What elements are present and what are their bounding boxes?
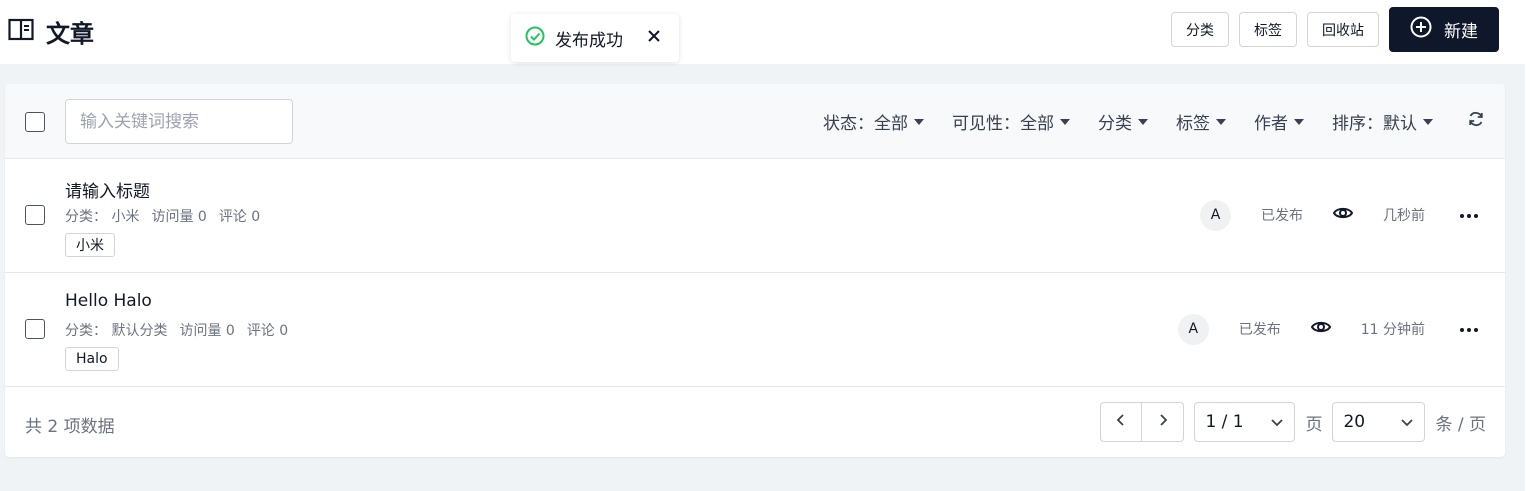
post-category: 分类： 小米 [65,209,140,225]
table-row[interactable]: Hello Halo 分类： 默认分类 访问量 0 评论 0 Halo A 已发… [5,273,1505,387]
tag-filter-label: 标签 [1176,114,1210,134]
post-category: 分类： 默认分类 [65,323,168,339]
post-meta: 分类： 默认分类 访问量 0 评论 0 [65,320,288,340]
status-filter-label: 状态：全部 [823,114,908,134]
eye-icon [1332,205,1354,225]
avatar[interactable]: A [1177,313,1209,345]
post-comments: 评论 0 [246,323,289,339]
plus-circle-icon [1410,16,1432,43]
pagination: 1 / 1 页 20 条 / 页 [1100,402,1486,442]
chevron-left-icon [1116,412,1126,432]
page-header: 文章 分类 标签 回收站 新建 [0,0,1525,64]
caret-down-icon [1294,118,1304,125]
author-filter-label: 作者 [1254,114,1288,134]
page-title: 文章 [46,20,94,48]
page-size-select[interactable]: 20 [1332,402,1426,442]
avatar[interactable]: A [1200,199,1231,231]
page-select-value: 1 / 1 [1205,412,1244,432]
page-size-value: 20 [1343,412,1366,432]
sort-filter[interactable]: 排序：默认 [1332,109,1433,134]
chevron-down-icon [1400,412,1414,432]
post-tag[interactable]: 小米 [65,233,115,257]
posts-card: 状态：全部 可见性：全部 分类 标签 作者 排序：默认 [5,84,1505,457]
recycle-bin-button[interactable]: 回收站 [1307,12,1379,47]
post-title[interactable]: Hello Halo [65,291,152,311]
author-filter[interactable]: 作者 [1254,109,1304,134]
post-title[interactable]: 请输入标题 [65,177,150,202]
new-post-label: 新建 [1444,22,1478,42]
scrollbar-track[interactable] [1525,0,1531,491]
tags-button[interactable]: 标签 [1239,12,1297,47]
post-visits: 访问量 0 [179,323,235,339]
post-comments: 评论 0 [218,209,261,225]
tag-filter[interactable]: 标签 [1176,109,1226,134]
category-button[interactable]: 分类 [1171,12,1229,47]
page-title-wrap: 文章 [8,14,94,49]
visibility-filter[interactable]: 可见性：全部 [952,109,1070,134]
status-badge: 已发布 [1238,322,1281,338]
next-page-button[interactable] [1142,402,1185,442]
success-toast: 发布成功 [511,14,679,62]
filter-toolbar: 状态：全部 可见性：全部 分类 标签 作者 排序：默认 [5,84,1505,159]
row-checkbox[interactable] [25,319,45,339]
sort-filter-label: 排序：默认 [1332,114,1417,134]
page-unit-label: 页 [1305,414,1323,435]
caret-down-icon [1216,118,1226,125]
post-visits: 访问量 0 [151,209,207,225]
header-actions: 分类 标签 回收站 新建 [1171,7,1499,52]
close-icon[interactable] [647,28,661,48]
visibility-filter-label: 可见性：全部 [952,114,1054,134]
filter-group: 状态：全部 可见性：全部 分类 标签 作者 排序：默认 [795,84,1485,159]
row-checkbox[interactable] [25,205,45,225]
new-post-button[interactable]: 新建 [1389,7,1499,52]
category-filter[interactable]: 分类 [1098,109,1148,134]
page-select[interactable]: 1 / 1 [1194,402,1296,442]
post-row-info: A 已发布 几秒前 [1200,199,1479,231]
page-nav-group [1100,402,1185,442]
status-filter[interactable]: 状态：全部 [823,109,924,134]
caret-down-icon [1060,118,1070,125]
book-open-icon [8,18,34,46]
page-size-unit-label: 条 / 页 [1435,414,1486,435]
toast-message: 发布成功 [555,30,623,51]
caret-down-icon [914,118,924,125]
table-row[interactable]: 请输入标题 分类： 小米 访问量 0 评论 0 小米 A 已发布 几秒前 [5,159,1505,273]
more-actions-icon[interactable] [1459,207,1479,223]
eye-icon [1310,319,1331,339]
chevron-right-icon [1158,412,1168,432]
refresh-button[interactable] [1467,110,1485,133]
post-meta: 分类： 小米 访问量 0 评论 0 [65,206,260,226]
caret-down-icon [1138,118,1148,125]
post-tag[interactable]: Halo [65,347,119,371]
more-actions-icon[interactable] [1459,321,1479,337]
pagination-footer: 共 2 项数据 1 / 1 页 20 条 / 页 [5,387,1505,457]
search-input[interactable] [65,99,293,144]
post-time: 11 分钟前 [1360,322,1425,338]
refresh-icon [1467,110,1485,133]
chevron-down-icon [1270,412,1284,432]
select-all-checkbox[interactable] [25,112,45,132]
post-row-info: A 已发布 11 分钟前 [1177,313,1479,345]
status-badge: 已发布 [1261,208,1303,224]
post-time: 几秒前 [1383,208,1425,224]
prev-page-button[interactable] [1100,402,1143,442]
category-filter-label: 分类 [1098,114,1132,134]
caret-down-icon [1423,118,1433,125]
check-circle-icon [525,26,545,51]
total-count: 共 2 项数据 [25,417,115,437]
